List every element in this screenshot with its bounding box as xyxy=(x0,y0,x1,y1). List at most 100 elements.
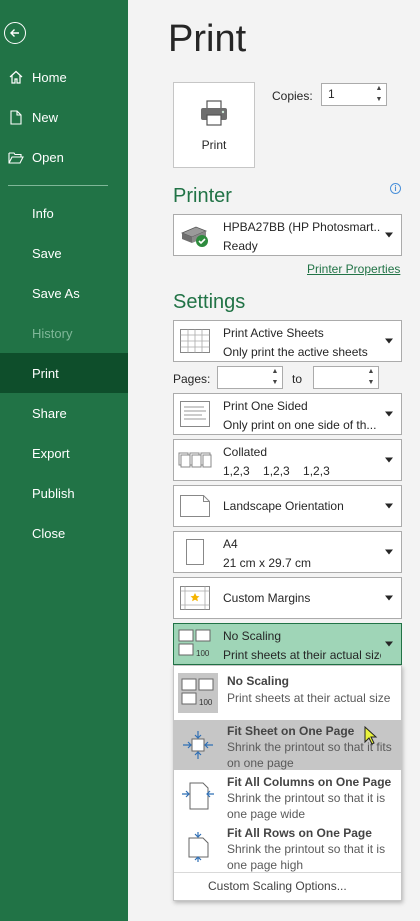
copies-spinner[interactable]: ▲ ▼ xyxy=(374,85,384,104)
sidebar-item-close[interactable]: Close xyxy=(0,513,128,553)
info-icon[interactable]: i xyxy=(390,183,401,194)
no-scaling-icon: 100 xyxy=(178,673,218,713)
sidebar-item-export[interactable]: Export xyxy=(0,433,128,473)
home-icon xyxy=(8,69,24,85)
paper-size-dropdown[interactable]: A4 21 cm x 29.7 cm xyxy=(173,531,402,573)
setting-line1: Collated xyxy=(223,445,268,459)
sidebar-item-label: Close xyxy=(32,525,66,541)
margins-dropdown[interactable]: Custom Margins xyxy=(173,577,402,619)
orientation-dropdown[interactable]: Landscape Orientation xyxy=(173,485,402,527)
chevron-down-icon xyxy=(385,503,393,509)
sidebar-divider xyxy=(8,185,108,186)
pages-label: Pages: xyxy=(173,372,211,386)
print-button[interactable]: Print xyxy=(173,82,255,168)
printer-dropdown[interactable]: HPBA27BB (HP Photosmart... Ready xyxy=(173,214,402,256)
back-arrow-icon[interactable] xyxy=(4,22,26,44)
copies-stepper[interactable]: 1 ▲ ▼ xyxy=(321,83,387,106)
sidebar-item-print[interactable]: Print xyxy=(0,353,128,393)
sidebar-item-label: Home xyxy=(32,69,67,85)
open-folder-icon xyxy=(8,149,24,165)
option-title: No Scaling xyxy=(227,674,290,688)
setting-line1: Custom Margins xyxy=(223,591,311,605)
setting-line2: Only print the active sheets xyxy=(223,345,368,359)
sidebar-item-history: History xyxy=(0,313,128,353)
pages-from-spinner[interactable]: ▲ ▼ xyxy=(270,368,280,387)
printer-icon xyxy=(199,99,229,130)
sidebar-item-label: Open xyxy=(32,149,64,165)
collated-icon xyxy=(178,444,212,476)
copies-value: 1 xyxy=(328,87,335,101)
setting-line1: Print Active Sheets xyxy=(223,326,324,340)
sidebar-item-share[interactable]: Share xyxy=(0,393,128,433)
chevron-down-icon xyxy=(385,338,393,344)
fit-rows-icon xyxy=(178,827,218,867)
setting-line1: No Scaling xyxy=(223,629,282,643)
copies-label: Copies: xyxy=(272,89,313,103)
setting-line1: Landscape Orientation xyxy=(223,499,344,513)
custom-scaling-options[interactable]: Custom Scaling Options... xyxy=(208,879,347,893)
sidebar-item-publish[interactable]: Publish xyxy=(0,473,128,513)
sidebar-item-open[interactable]: Open xyxy=(0,137,128,177)
paper-size-icon xyxy=(178,536,212,568)
scaling-option-no-scaling[interactable]: 100 No Scaling Print sheets at their act… xyxy=(174,669,401,719)
landscape-page-icon xyxy=(178,490,212,522)
option-desc: Shrink the printout so that it is one pa… xyxy=(227,842,386,872)
sides-dropdown[interactable]: Print One Sided Only print on one side o… xyxy=(173,393,402,435)
option-desc: Print sheets at their actual size xyxy=(227,691,391,705)
scaling-option-fit-sheet[interactable]: Fit Sheet on One Page Shrink the printou… xyxy=(174,720,401,770)
pages-to-spinner[interactable]: ▲ ▼ xyxy=(366,368,376,387)
chevron-down-icon xyxy=(385,457,393,463)
setting-line1: A4 xyxy=(223,537,238,551)
option-title: Fit Sheet on One Page xyxy=(227,724,355,738)
sidebar-item-home[interactable]: Home xyxy=(0,57,128,97)
sidebar-item-label: History xyxy=(32,325,73,341)
setting-line2: 21 cm x 29.7 cm xyxy=(223,556,312,570)
setting-line1: Print One Sided xyxy=(223,399,308,413)
custom-margins-icon xyxy=(178,582,212,614)
scaling-option-fit-rows[interactable]: Fit All Rows on One Page Shrink the prin… xyxy=(174,822,401,872)
option-title: Fit All Columns on One Page xyxy=(227,775,392,789)
sidebar-item-save[interactable]: Save xyxy=(0,233,128,273)
one-sided-icon xyxy=(178,398,212,430)
chevron-down-icon xyxy=(385,595,393,601)
sidebar-item-save-as[interactable]: Save As xyxy=(0,273,128,313)
pages-to-input[interactable]: ▲ ▼ xyxy=(313,366,379,389)
sidebar-item-label: New xyxy=(32,109,59,125)
scaling-menu: 100 No Scaling Print sheets at their act… xyxy=(173,665,402,901)
sheet-grid-icon xyxy=(178,325,212,357)
fit-sheet-icon xyxy=(178,725,218,765)
no-scaling-icon: 100 xyxy=(178,628,212,660)
menu-divider xyxy=(174,872,401,873)
sidebar-item-info[interactable]: Info xyxy=(0,193,128,233)
scaling-dropdown[interactable]: 100 No Scaling Print sheets at their act… xyxy=(173,623,402,665)
print-what-dropdown[interactable]: Print Active Sheets Only print the activ… xyxy=(173,320,402,362)
chevron-down-icon xyxy=(385,232,393,238)
scaling-option-fit-columns[interactable]: Fit All Columns on One Page Shrink the p… xyxy=(174,771,401,821)
settings-heading: Settings xyxy=(173,291,246,313)
printer-ready-icon xyxy=(178,219,212,251)
pages-from-input[interactable]: ▲ ▼ xyxy=(217,366,283,389)
setting-line2: Print sheets at their actual size xyxy=(223,648,381,662)
chevron-down-icon xyxy=(385,549,393,555)
option-title: Fit All Rows on One Page xyxy=(227,826,372,840)
collation-dropdown[interactable]: Collated 1,2,3 1,2,3 1,2,3 xyxy=(173,439,402,481)
sidebar-item-new[interactable]: New xyxy=(0,97,128,137)
pages-to-label: to xyxy=(292,372,303,386)
printer-heading: Printer xyxy=(173,185,232,207)
printer-properties-link[interactable]: Printer Properties xyxy=(307,262,400,276)
sidebar-item-label: Print xyxy=(32,365,59,381)
chevron-down-icon xyxy=(385,411,393,417)
backstage-sidebar: Home New Open Info Save Save As History … xyxy=(0,0,128,921)
option-desc: Shrink the printout so that it is one pa… xyxy=(227,791,386,821)
page-title: Print xyxy=(168,18,247,60)
sidebar-item-label: Save xyxy=(32,245,62,261)
setting-line2: 1,2,3 1,2,3 1,2,3 xyxy=(223,464,330,478)
scale-badge: 100 xyxy=(199,698,213,707)
chevron-down-icon xyxy=(385,641,393,647)
mouse-cursor-icon xyxy=(364,726,378,745)
new-document-icon xyxy=(8,109,24,125)
scale-badge: 100 xyxy=(196,649,210,658)
sidebar-item-label: Info xyxy=(32,205,54,221)
fit-columns-icon xyxy=(178,776,218,816)
sidebar-item-label: Share xyxy=(32,405,67,421)
